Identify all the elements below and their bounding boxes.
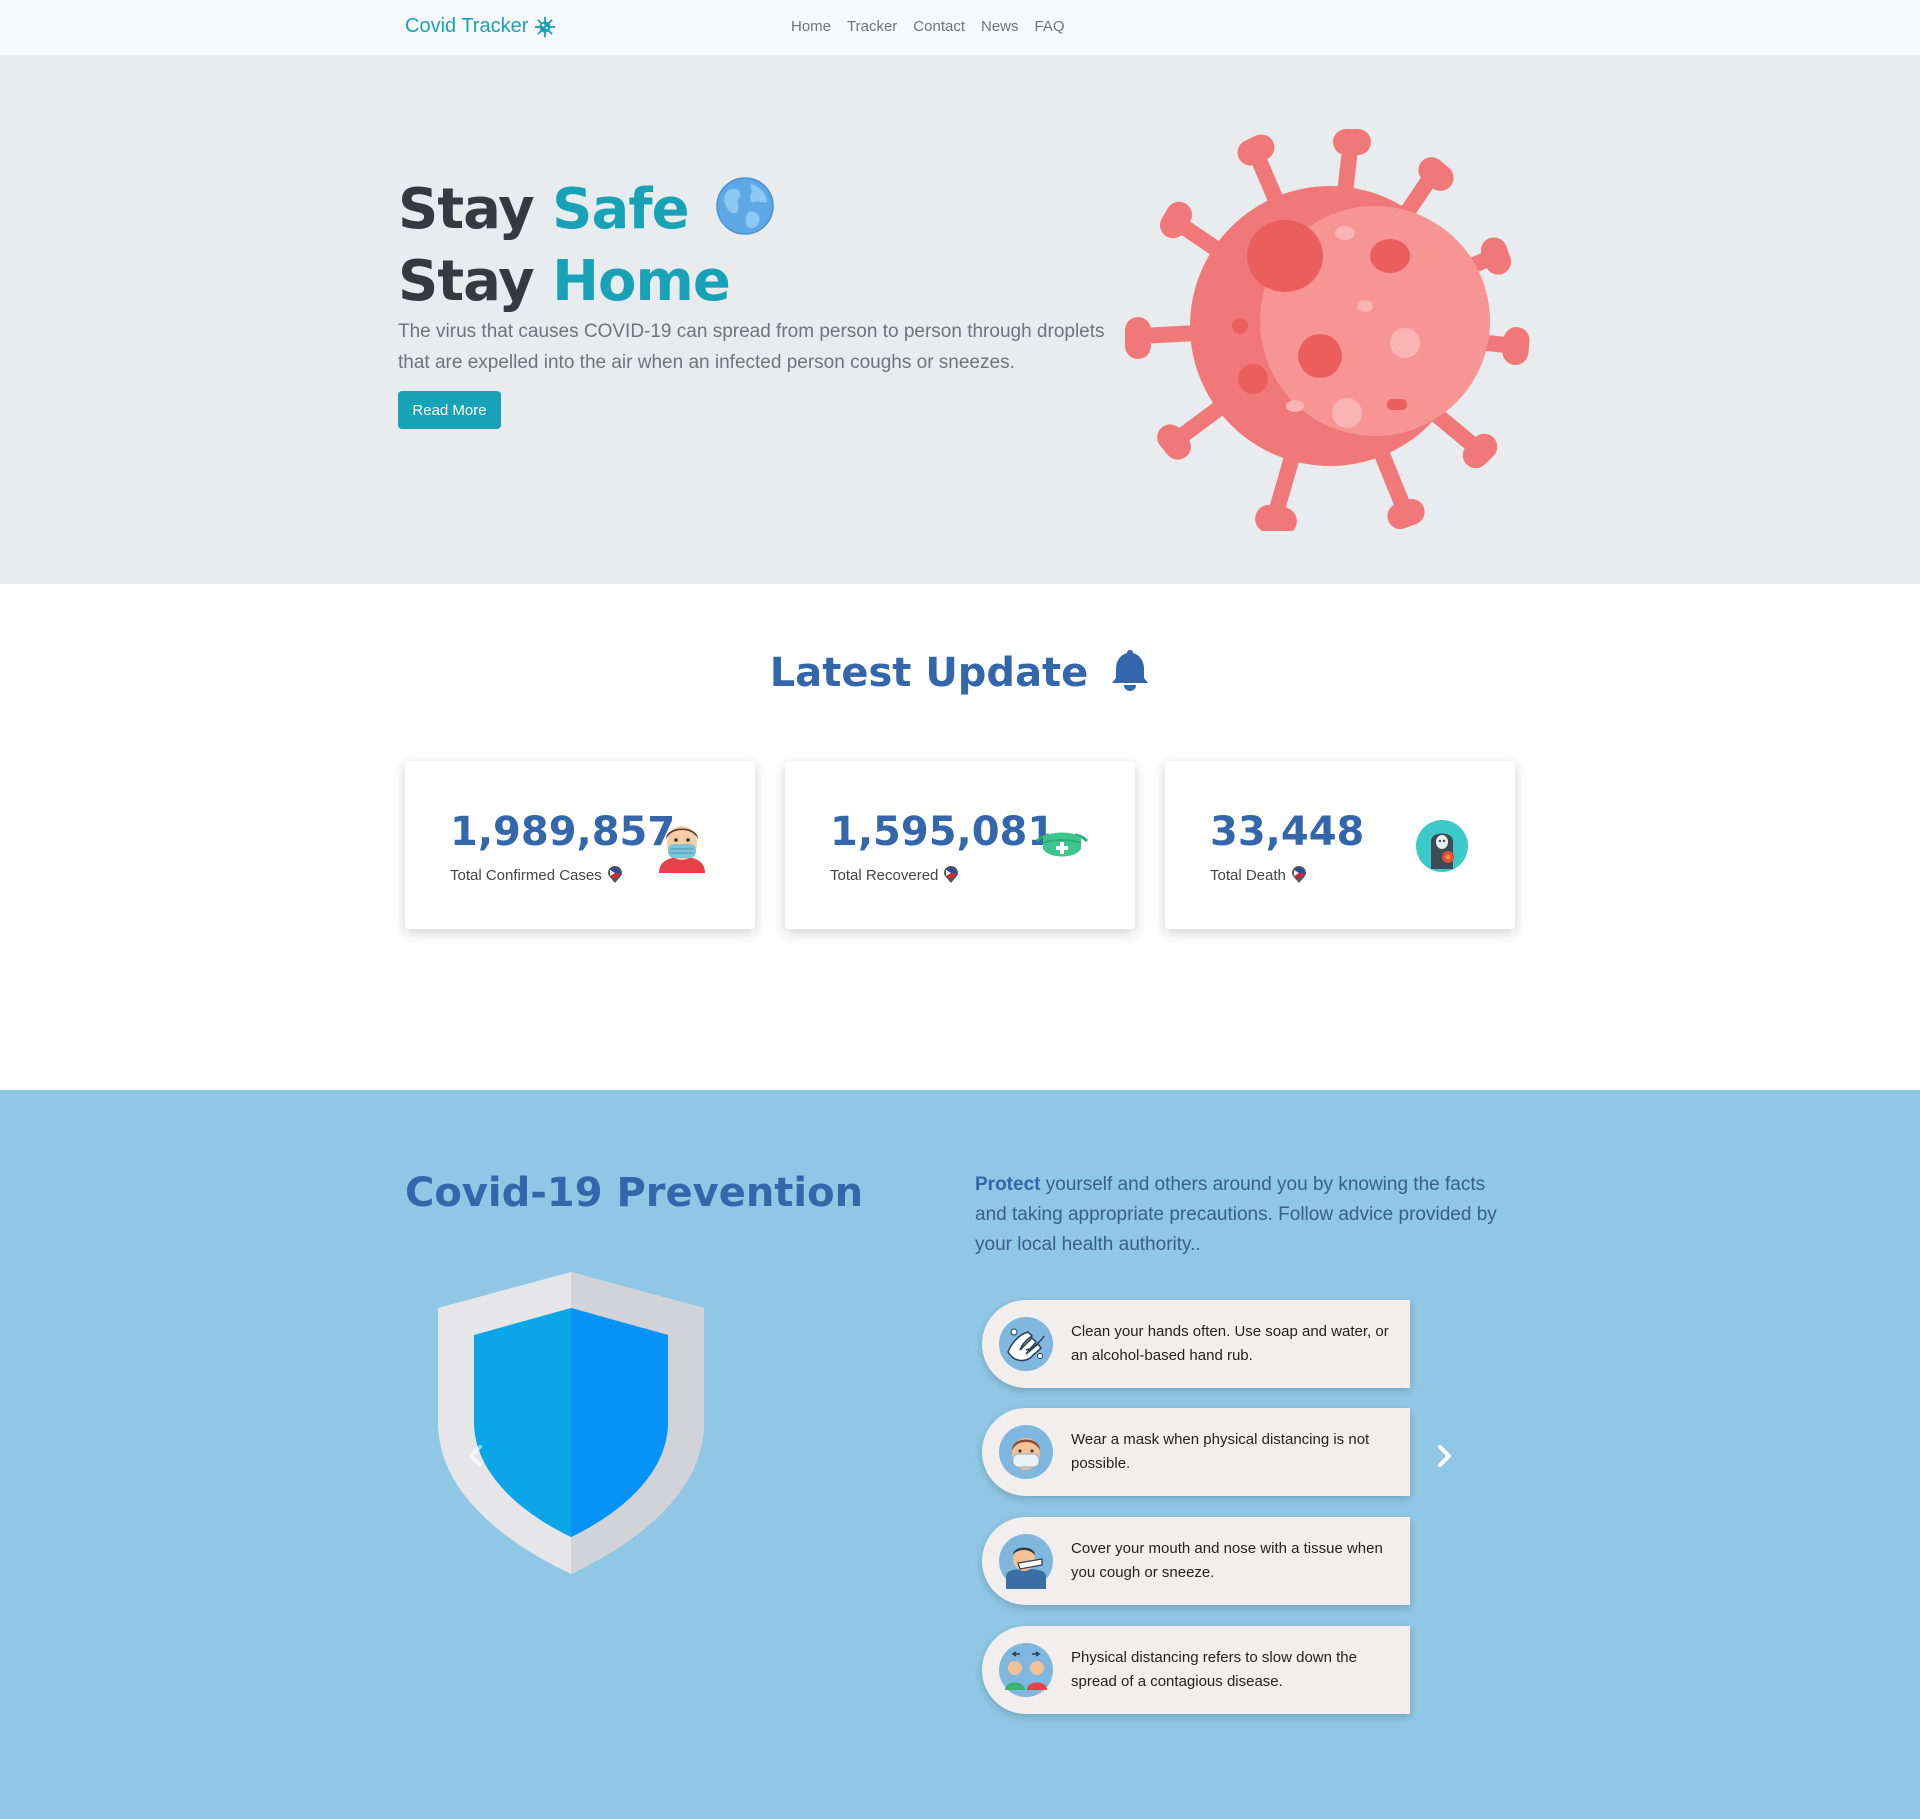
- prevention-intro: Protect yourself and others around you b…: [975, 1170, 1510, 1260]
- nav-home[interactable]: Home: [791, 18, 831, 35]
- tip-text: Cover your mouth and nose with a tissue …: [1071, 1540, 1383, 1581]
- virus-icon: [535, 16, 556, 37]
- sneeze-icon: [999, 1534, 1053, 1589]
- mask-person-icon: [999, 1425, 1053, 1479]
- ph-flag-pin-icon: [944, 866, 959, 883]
- carousel-prev-icon[interactable]: [461, 1441, 491, 1471]
- bell-icon: [1112, 650, 1149, 691]
- brand-name: Covid Tracker: [405, 15, 529, 37]
- recovered-card: 1,595,081 Total Recovered: [785, 761, 1135, 929]
- recovered-value: 1,595,081: [830, 809, 1056, 855]
- ph-flag-pin-icon: [1291, 866, 1306, 883]
- brand-link[interactable]: Covid Tracker: [405, 15, 556, 38]
- death-card: 33,448 Total Death: [1165, 761, 1515, 929]
- tip-text: Clean your hands often. Use soap and wat…: [1071, 1323, 1389, 1364]
- virus-illustration: [1125, 129, 1530, 531]
- distancing-icon: [999, 1643, 1053, 1697]
- nav-news[interactable]: News: [981, 18, 1019, 35]
- prevention-title: Covid-19 Prevention: [405, 1170, 864, 1216]
- confirmed-value: 1,989,857: [450, 809, 676, 855]
- hero-title: Stay Safe Stay Home: [398, 174, 775, 318]
- tip-text: Physical distancing refers to slow down …: [1071, 1649, 1357, 1690]
- carousel-next-icon[interactable]: [1429, 1441, 1459, 1471]
- tip-item: Clean your hands often. Use soap and wat…: [982, 1300, 1410, 1388]
- medical-mask-icon: [1035, 832, 1089, 857]
- hero-word-safe: Safe: [552, 177, 689, 242]
- hero-word-stay: Stay: [398, 177, 535, 242]
- prevention-intro-bold: Protect: [975, 1174, 1041, 1195]
- shield-illustration: [438, 1272, 704, 1574]
- recovered-label-text: Total Recovered: [830, 866, 939, 884]
- confirmed-label: Total Confirmed Cases: [450, 866, 623, 884]
- death-value: 33,448: [1210, 809, 1365, 855]
- tip-text: Wear a mask when physical distancing is …: [1071, 1431, 1370, 1472]
- death-label: Total Death: [1210, 866, 1307, 884]
- tip-item: Wear a mask when physical distancing is …: [982, 1408, 1410, 1496]
- latest-update-title: Latest Update: [0, 648, 1920, 696]
- recovered-label: Total Recovered: [830, 866, 959, 884]
- hero-word-stay-2: Stay: [398, 249, 535, 314]
- prevention-intro-rest: yourself and others around you by knowin…: [975, 1174, 1497, 1255]
- hand-washing-icon: [999, 1317, 1053, 1371]
- hero-section: Stay Safe Stay Home The virus that cause…: [0, 56, 1920, 584]
- nav-faq[interactable]: FAQ: [1035, 18, 1065, 35]
- hero-word-home: Home: [552, 249, 731, 314]
- tip-item: Physical distancing refers to slow down …: [982, 1626, 1410, 1714]
- ph-flag-pin-icon: [607, 866, 622, 883]
- confirmed-label-text: Total Confirmed Cases: [450, 866, 602, 884]
- prevention-section: Covid-19 Prevention Protect yourself and…: [0, 1090, 1920, 1819]
- tip-item: Cover your mouth and nose with a tissue …: [982, 1517, 1410, 1605]
- grim-reaper-icon: [1416, 820, 1468, 872]
- nav-contact[interactable]: Contact: [913, 18, 965, 35]
- read-more-button[interactable]: Read More: [398, 391, 501, 429]
- confirmed-card: 1,989,857 Total Confirmed Cases: [405, 761, 755, 929]
- globe-icon: [716, 177, 774, 235]
- nav-tracker[interactable]: Tracker: [847, 18, 897, 35]
- death-label-text: Total Death: [1210, 866, 1286, 884]
- latest-update-text: Latest Update: [769, 650, 1089, 696]
- nav-links: Home Tracker Contact News FAQ: [791, 18, 1065, 35]
- navbar: Covid Tracker Home Tracker Contact News …: [0, 0, 1920, 56]
- masked-person-icon: [659, 826, 705, 873]
- hero-description: The virus that causes COVID-19 can sprea…: [398, 321, 1105, 373]
